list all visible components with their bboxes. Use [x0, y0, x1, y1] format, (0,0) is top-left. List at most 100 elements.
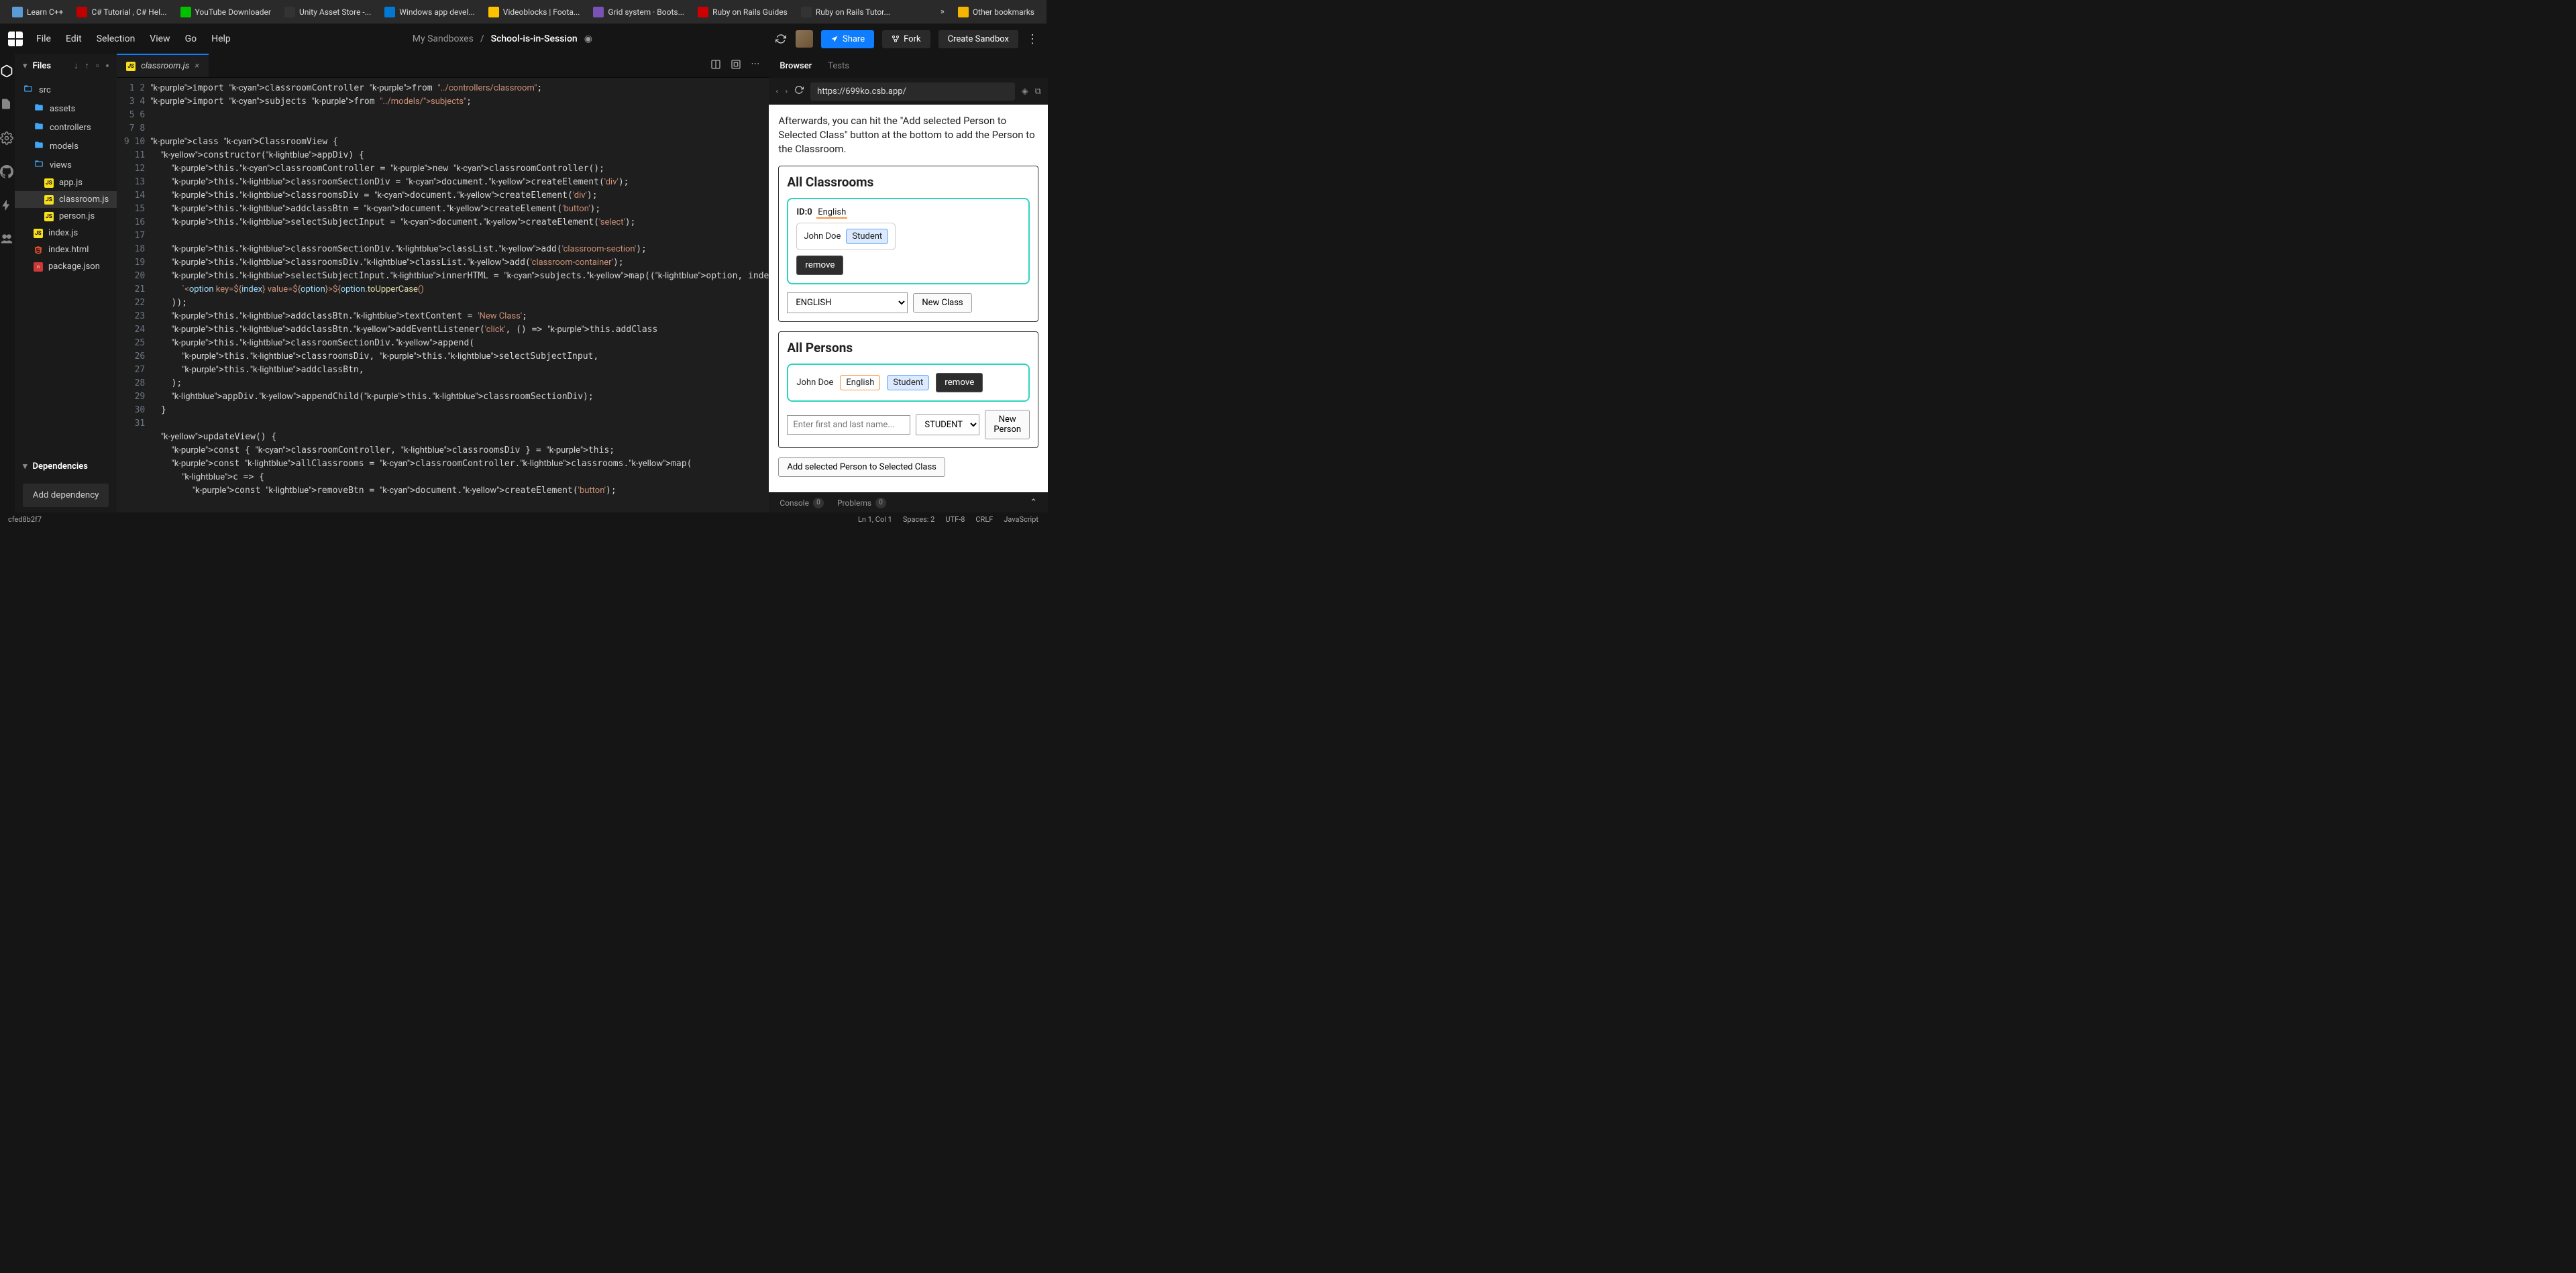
fork-button[interactable]: Fork: [882, 30, 930, 48]
close-icon[interactable]: ×: [195, 61, 199, 71]
chevron-down-icon[interactable]: ▾: [23, 461, 28, 472]
document-icon[interactable]: [0, 98, 15, 113]
bookmark-item[interactable]: Videoblocks | Foota...: [483, 4, 586, 20]
indent-info[interactable]: Spaces: 2: [903, 515, 935, 524]
favicon-icon: [12, 7, 23, 17]
favicon-icon: [488, 7, 499, 17]
bookmark-item[interactable]: Grid system · Boots...: [588, 4, 690, 20]
file-tree-item[interactable]: JSperson.js: [15, 208, 117, 225]
reload-icon[interactable]: [794, 85, 804, 97]
folder-icon: [34, 140, 44, 152]
commit-hash[interactable]: cfed8b2f7: [8, 515, 858, 524]
activity-bar: [0, 54, 15, 512]
upload-icon[interactable]: ↑: [85, 60, 90, 71]
language-mode[interactable]: JavaScript: [1004, 515, 1038, 524]
console-tab[interactable]: Console 0: [780, 498, 824, 508]
person-role: Student: [846, 229, 888, 244]
live-icon[interactable]: [0, 232, 15, 247]
code-editor[interactable]: 1 2 3 4 5 6 7 8 9 10 11 12 13 14 15 16 1…: [117, 78, 769, 512]
bookmark-item[interactable]: C# Tutorial , C# Hel...: [71, 4, 172, 20]
refresh-icon[interactable]: [774, 32, 788, 46]
js-icon: JS: [44, 178, 54, 188]
file-tree-item[interactable]: index.html: [15, 241, 117, 258]
more-icon[interactable]: ⋮: [1026, 32, 1038, 46]
file-tree-item[interactable]: JSclassroom.js: [15, 191, 117, 208]
file-tree-item[interactable]: controllers: [15, 118, 117, 137]
popout-icon[interactable]: ⧉: [1035, 87, 1041, 97]
subject-select[interactable]: ENGLISH: [787, 292, 908, 313]
folder-icon: [958, 7, 969, 17]
files-icon[interactable]: [0, 64, 15, 79]
forward-icon[interactable]: ›: [785, 87, 788, 97]
add-selected-button[interactable]: Add selected Person to Selected Class: [778, 457, 945, 477]
file-tree-item[interactable]: JSapp.js: [15, 174, 117, 191]
chevron-down-icon[interactable]: ▾: [23, 61, 28, 71]
back-icon[interactable]: ‹: [775, 87, 778, 97]
github-icon[interactable]: [0, 165, 15, 180]
sidebar-title: Files: [33, 61, 52, 71]
new-person-button[interactable]: New Person: [985, 410, 1030, 439]
external-icon[interactable]: ◈: [1022, 87, 1028, 97]
menu-edit[interactable]: Edit: [66, 34, 82, 44]
remove-button[interactable]: remove: [796, 256, 843, 275]
tests-tab[interactable]: Tests: [828, 61, 849, 71]
js-icon: JS: [34, 229, 43, 238]
eol-info[interactable]: CRLF: [975, 515, 993, 524]
new-folder-icon[interactable]: ▪: [106, 60, 109, 71]
breadcrumb: My Sandboxes / School-is-in-Session ◉: [244, 34, 761, 44]
bookmark-item[interactable]: Ruby on Rails Guides: [692, 4, 793, 20]
problems-tab[interactable]: Problems 0: [837, 498, 886, 508]
bookmark-item[interactable]: Windows app devel...: [379, 4, 480, 20]
more-icon[interactable]: ⋯: [751, 59, 759, 72]
menu-file[interactable]: File: [36, 34, 51, 44]
file-tree-item[interactable]: assets: [15, 99, 117, 118]
bookmark-item[interactable]: YouTube Downloader: [175, 4, 276, 20]
menu-selection[interactable]: Selection: [97, 34, 136, 44]
download-icon[interactable]: ↓: [74, 60, 78, 71]
persons-panel: All Persons John Doe English Student rem…: [778, 331, 1038, 448]
person-row[interactable]: John Doe English Student remove: [787, 364, 1030, 402]
share-button[interactable]: Share: [821, 30, 874, 48]
bookmark-overflow[interactable]: »: [935, 7, 950, 17]
preview-content: Afterwards, you can hit the "Add selecte…: [769, 105, 1048, 492]
breadcrumb-current[interactable]: School-is-in-Session: [491, 34, 578, 44]
bookmark-item[interactable]: Learn C++: [7, 4, 68, 20]
file-tree-item[interactable]: models: [15, 137, 117, 156]
cursor-position[interactable]: Ln 1, Col 1: [858, 515, 892, 524]
other-bookmarks[interactable]: Other bookmarks: [953, 4, 1040, 20]
name-input[interactable]: [787, 415, 910, 435]
breadcrumb-parent[interactable]: My Sandboxes: [413, 34, 474, 44]
expand-icon[interactable]: ⌃: [1030, 498, 1037, 508]
file-tree-item[interactable]: views: [15, 156, 117, 174]
user-avatar[interactable]: [796, 30, 813, 48]
menu-help[interactable]: Help: [211, 34, 231, 44]
url-bar[interactable]: https://699ko.csb.app/: [810, 82, 1015, 101]
file-tree-item[interactable]: JSindex.js: [15, 225, 117, 241]
rocket-icon[interactable]: [0, 199, 15, 213]
panel-title: All Persons: [787, 340, 1030, 355]
encoding-info[interactable]: UTF-8: [945, 515, 965, 524]
classrooms-panel: All Classrooms ID:0 English John Doe Stu…: [778, 166, 1038, 322]
folder-icon: [34, 103, 44, 115]
settings-icon[interactable]: [0, 131, 15, 146]
new-class-button[interactable]: New Class: [913, 293, 971, 313]
menu-view[interactable]: View: [150, 34, 170, 44]
add-dependency-button[interactable]: Add dependency: [23, 484, 109, 507]
person-card[interactable]: John Doe Student: [796, 223, 896, 250]
role-select[interactable]: STUDENT: [916, 414, 979, 435]
bookmark-item[interactable]: Unity Asset Store -...: [279, 4, 376, 20]
codesandbox-logo[interactable]: [8, 32, 23, 46]
preview-icon[interactable]: [731, 59, 741, 72]
create-sandbox-button[interactable]: Create Sandbox: [938, 30, 1018, 48]
browser-tab[interactable]: Browser: [780, 61, 812, 71]
bookmark-item[interactable]: Ruby on Rails Tutor...: [796, 4, 896, 20]
editor-tab[interactable]: JS classroom.js ×: [117, 54, 209, 77]
new-file-icon[interactable]: ▫: [96, 60, 99, 71]
file-tree-item[interactable]: npackage.json: [15, 258, 117, 275]
menu-go[interactable]: Go: [185, 34, 197, 44]
remove-button[interactable]: remove: [936, 373, 983, 392]
file-sidebar: ▾ Files ↓ ↑ ▫ ▪ srcassetscontrollersmode…: [15, 54, 117, 512]
classroom-card[interactable]: ID:0 English John Doe Student remove: [787, 198, 1030, 284]
file-tree-item[interactable]: src: [15, 80, 117, 99]
split-editor-icon[interactable]: [710, 59, 721, 72]
